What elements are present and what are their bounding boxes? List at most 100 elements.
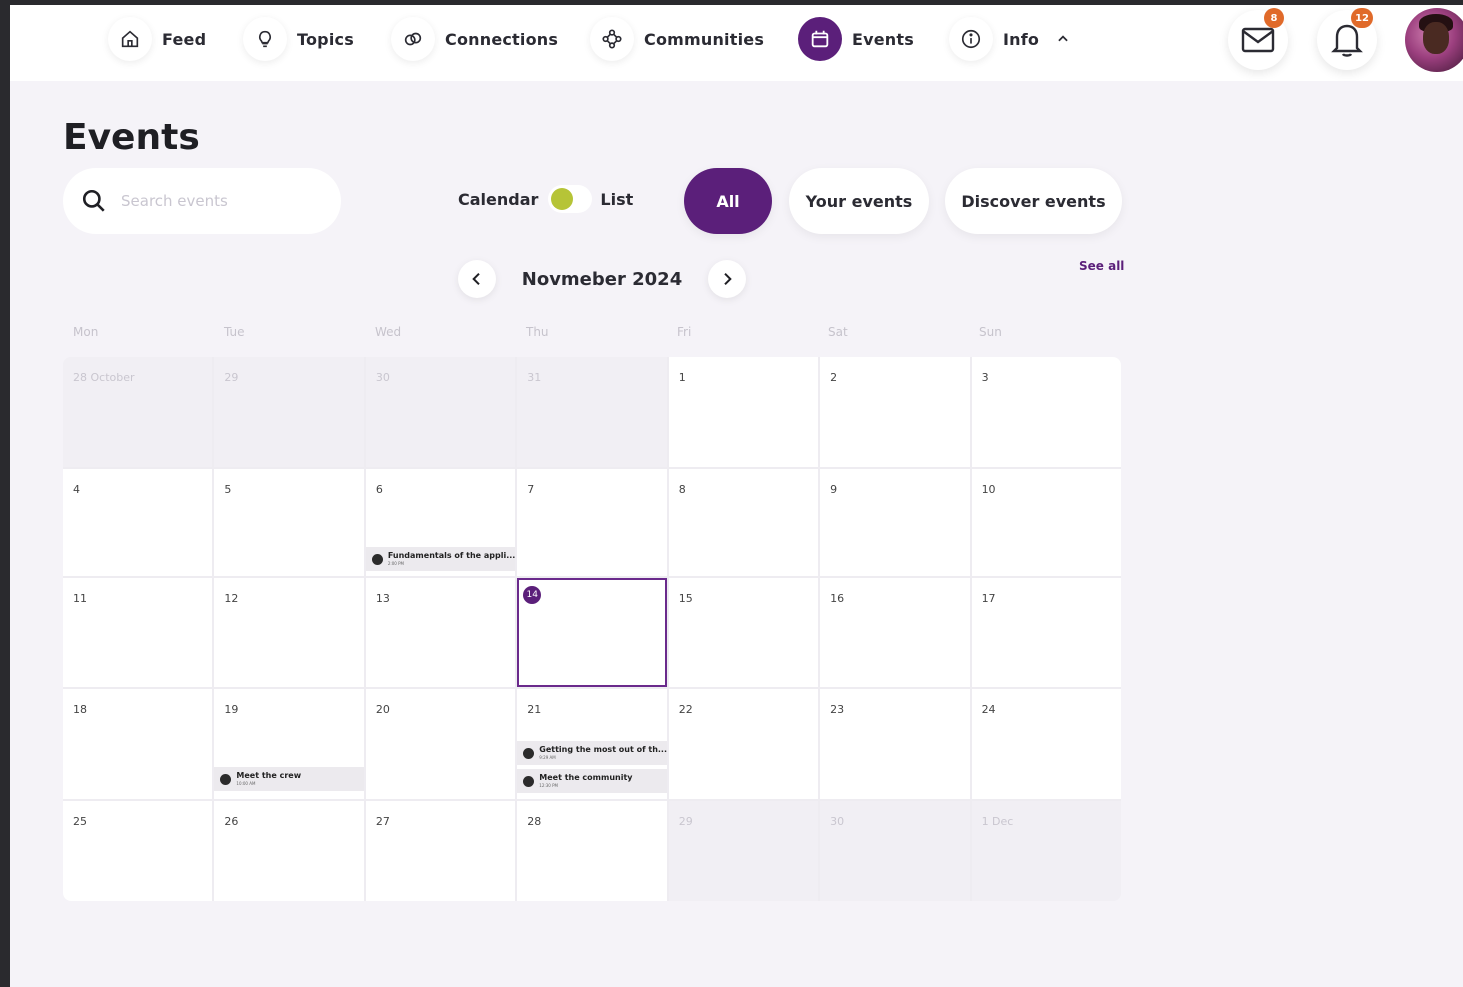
calendar-day[interactable]: 2 <box>820 357 970 467</box>
calendar-day[interactable]: 17 <box>971 578 1121 687</box>
calendar-day[interactable]: 29 <box>214 357 364 467</box>
calendar-day[interactable]: 22 <box>668 689 819 799</box>
calendar-day[interactable]: 26 <box>214 801 364 901</box>
nav-item-events[interactable]: Events <box>798 17 914 61</box>
prev-month-button[interactable] <box>458 260 496 298</box>
list-view-label[interactable]: List <box>600 190 633 209</box>
calendar-day[interactable]: 25 <box>63 801 213 901</box>
calendar-day[interactable]: 29 <box>668 801 819 901</box>
calendar-view-label[interactable]: Calendar <box>458 190 538 209</box>
event-avatar-icon <box>523 747 535 759</box>
nav-item-info[interactable]: Info <box>949 17 1073 61</box>
event-time: 10:00 AM <box>236 781 256 786</box>
calendar-day[interactable]: 31 <box>517 357 667 467</box>
calendar-day[interactable]: 23 <box>820 689 970 799</box>
avatar[interactable] <box>1405 8 1463 72</box>
event-title: Getting the most out of th... <box>539 746 667 754</box>
day-number: 13 <box>375 592 390 605</box>
calendar-day[interactable]: 1 Dec <box>971 801 1121 901</box>
calendar-day[interactable]: 13 <box>365 578 516 687</box>
view-toggle[interactable]: Calendar List <box>458 185 633 213</box>
calendar-day[interactable]: 30 <box>365 357 516 467</box>
day-number: 28 <box>527 815 542 828</box>
calendar-icon <box>798 17 842 61</box>
messages-button[interactable]: 8 <box>1228 8 1288 70</box>
calendar-day[interactable]: 21 Getting the most out of th... 9:29 AM Me… <box>517 689 667 799</box>
calendar-day[interactable]: 24 <box>971 689 1121 799</box>
calendar-day[interactable]: 9 <box>820 469 970 576</box>
today-indicator: 14 <box>523 586 542 604</box>
day-number: 8 <box>678 483 686 496</box>
day-number: 2 <box>830 371 838 384</box>
calendar-day[interactable]: 12 <box>214 578 364 687</box>
view-switch[interactable] <box>548 185 593 213</box>
nav-label: Feed <box>162 29 207 49</box>
nav-item-feed[interactable]: Feed <box>108 17 206 61</box>
lightbulb-icon <box>243 17 287 61</box>
calendar-day[interactable]: 1 <box>668 357 819 467</box>
day-number: 29 <box>678 815 693 828</box>
event-time: 9:29 AM <box>539 755 556 760</box>
day-number: 5 <box>224 483 232 496</box>
calendar-day[interactable]: 6 Fundamentals of the appli... 2:00 PM <box>365 469 516 576</box>
calendar-day[interactable]: 28 October <box>63 357 213 467</box>
calendar-day[interactable]: 11 <box>63 578 213 687</box>
event-chip[interactable]: Meet the community 12:30 PM <box>517 769 667 793</box>
calendar-day[interactable]: 3 <box>971 357 1121 467</box>
nav-item-communities[interactable]: Communities <box>590 17 764 61</box>
nav-item-topics[interactable]: Topics <box>243 17 354 61</box>
next-month-button[interactable] <box>708 260 746 298</box>
calendar-day[interactable]: 28 <box>517 801 667 901</box>
notifications-button[interactable]: 12 <box>1317 8 1377 70</box>
search-bar[interactable] <box>63 168 341 234</box>
nav-label: Communities <box>644 29 765 49</box>
mail-badge: 8 <box>1264 8 1284 28</box>
day-number: 3 <box>981 371 989 384</box>
calendar-day[interactable]: 4 <box>63 469 213 576</box>
calendar-day[interactable]: 5 <box>214 469 364 576</box>
app-frame: Feed Topics Connections Communities Even… <box>10 5 1463 987</box>
weekday-label: Mon <box>73 325 99 339</box>
day-number: 22 <box>678 703 693 716</box>
calendar-day[interactable]: 20 <box>365 689 516 799</box>
weekday-label: Tue <box>224 325 245 339</box>
calendar-grid: 28 October 29 30 31 1 2 3 4 5 6 Fundamentals of th… <box>63 357 1121 901</box>
day-number: 19 <box>224 703 239 716</box>
day-number: 25 <box>73 815 87 828</box>
event-time: 2:00 PM <box>387 561 404 566</box>
day-number: 1 Dec <box>981 815 1014 828</box>
see-all-link[interactable]: See all <box>1079 259 1124 273</box>
search-icon <box>82 189 105 212</box>
notifications-badge: 12 <box>1351 8 1373 28</box>
calendar-day[interactable]: 19 Meet the crew 10:00 AM <box>214 689 364 799</box>
nav-label: Connections <box>445 29 559 49</box>
filter-discover-events-button[interactable]: Discover events <box>945 168 1122 234</box>
calendar-day[interactable]: 16 <box>820 578 970 687</box>
month-label: Novmeber 2024 <box>521 268 683 290</box>
calendar-day-today[interactable]: 14 <box>517 578 667 687</box>
day-number: 21 <box>527 703 542 716</box>
calendar-day[interactable]: 30 <box>820 801 970 901</box>
chevron-up-icon[interactable] <box>1053 29 1073 49</box>
calendar-day[interactable]: 10 <box>971 469 1121 576</box>
nav-item-connections[interactable]: Connections <box>391 17 558 61</box>
filter-your-events-button[interactable]: Your events <box>789 168 929 234</box>
calendar-day[interactable]: 18 <box>63 689 213 799</box>
home-icon <box>108 17 152 61</box>
day-number: 15 <box>678 592 693 605</box>
day-number: 6 <box>375 483 383 496</box>
calendar-day[interactable]: 15 <box>668 578 819 687</box>
calendar-day[interactable]: 8 <box>668 469 819 576</box>
nav-label: Events <box>852 29 914 49</box>
filter-all-button[interactable]: All <box>684 168 772 234</box>
event-title: Meet the crew <box>236 772 302 780</box>
calendar-day[interactable]: 27 <box>365 801 516 901</box>
event-chip[interactable]: Getting the most out of th... 9:29 AM <box>517 741 667 765</box>
search-input[interactable] <box>121 192 321 210</box>
calendar-day[interactable]: 7 <box>517 469 667 576</box>
day-number: 28 October <box>73 371 135 384</box>
event-avatar-icon <box>523 775 535 787</box>
day-number: 23 <box>830 703 845 716</box>
event-chip[interactable]: Meet the crew 10:00 AM <box>214 767 364 791</box>
event-chip[interactable]: Fundamentals of the appli... 2:00 PM <box>365 547 516 571</box>
